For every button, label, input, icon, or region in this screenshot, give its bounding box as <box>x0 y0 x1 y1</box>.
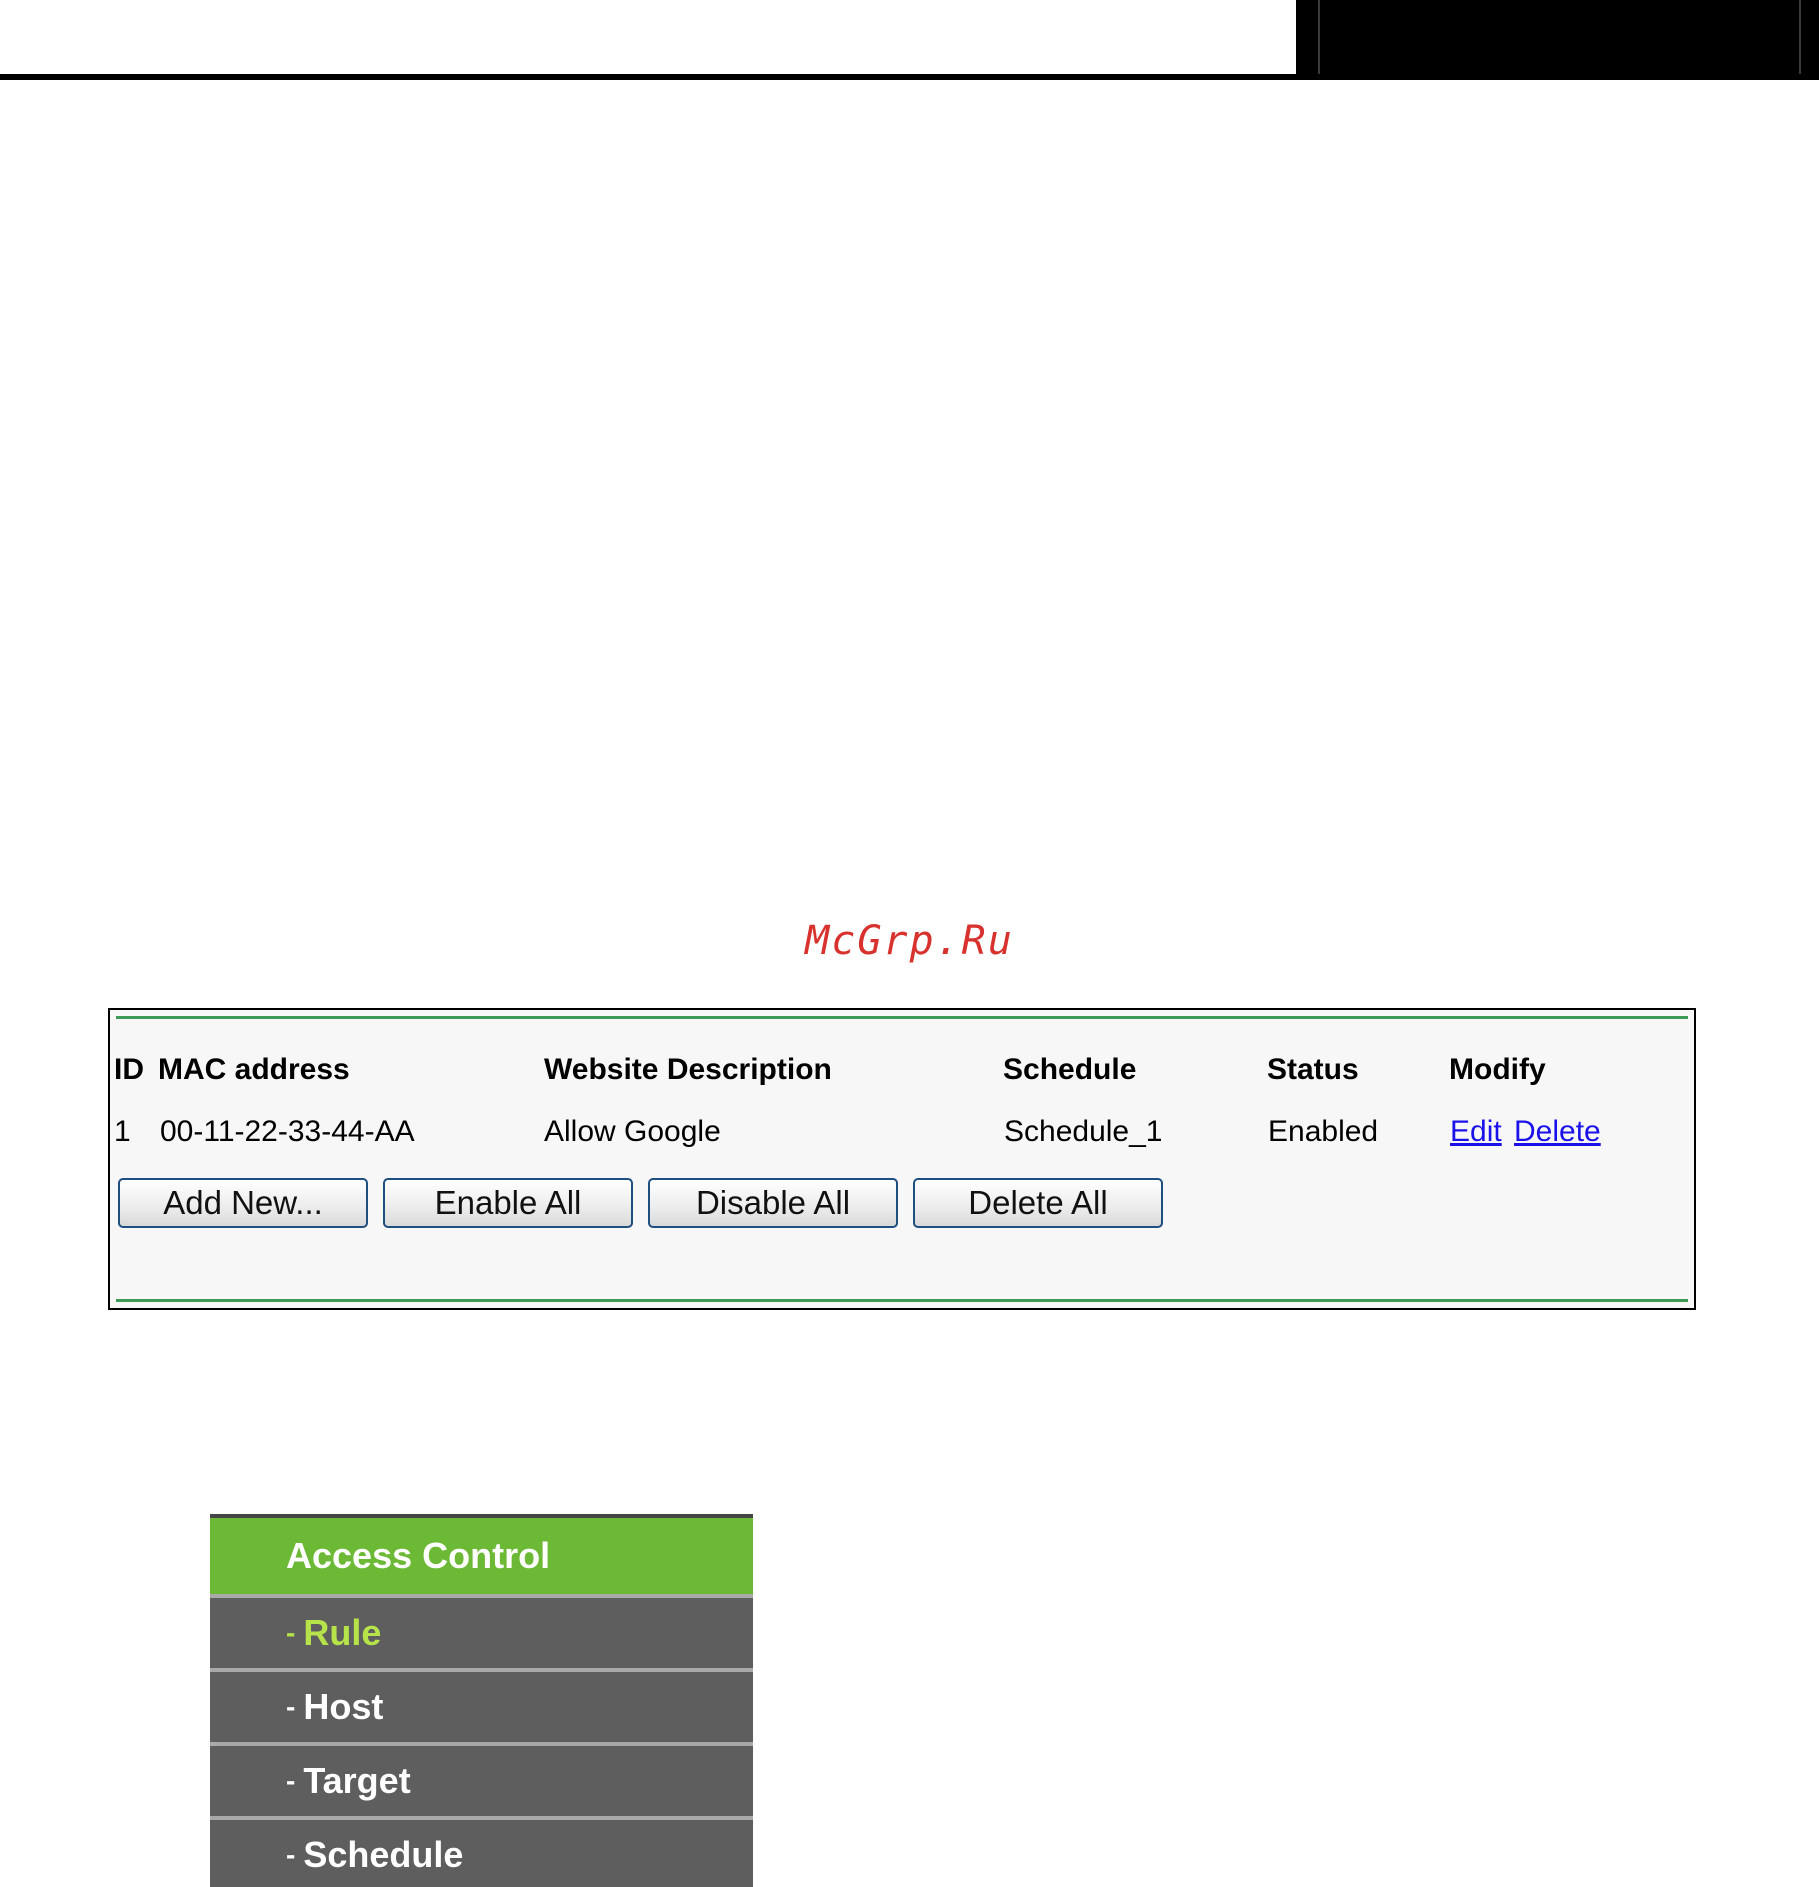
header-rule <box>0 74 1819 80</box>
delete-link[interactable]: Delete <box>1514 1114 1601 1150</box>
column-header-id: ID <box>114 1053 144 1086</box>
row-id: 1 <box>114 1115 131 1148</box>
menu-dash: - <box>286 1617 296 1648</box>
menu-item-target[interactable]: - Target <box>210 1746 753 1816</box>
menu-item-label: Target <box>303 1760 411 1801</box>
edit-link[interactable]: Edit <box>1450 1114 1502 1150</box>
column-header-schedule: Schedule <box>1003 1053 1137 1086</box>
menu-item-host[interactable]: - Host <box>210 1672 753 1742</box>
watermark: McGrp.Ru <box>805 918 1014 964</box>
row-mac: 00-11-22-33-44-AA <box>160 1115 415 1148</box>
column-header-status: Status <box>1267 1053 1359 1086</box>
enable-all-button[interactable]: Enable All <box>383 1178 633 1228</box>
menu-item-label: Schedule <box>303 1834 464 1875</box>
menu-item-label: Rule <box>303 1612 382 1653</box>
delete-all-button[interactable]: Delete All <box>913 1178 1163 1228</box>
panel-bottom-rule <box>116 1299 1688 1302</box>
menu-item-label: Host <box>303 1686 384 1727</box>
row-description: Allow Google <box>544 1115 721 1148</box>
header-black-block <box>1296 0 1819 80</box>
menu-header-access-control[interactable]: Access Control <box>210 1514 753 1594</box>
access-control-menu: Access Control - Rule - Host - Target - … <box>210 1514 753 1887</box>
column-header-mac: MAC address <box>158 1053 350 1086</box>
menu-dash: - <box>286 1839 296 1870</box>
disable-all-button[interactable]: Disable All <box>648 1178 898 1228</box>
column-header-description: Website Description <box>544 1053 832 1086</box>
row-status: Enabled <box>1268 1115 1379 1148</box>
panel-top-rule <box>116 1016 1688 1019</box>
add-new-button[interactable]: Add New... <box>118 1178 368 1228</box>
menu-dash: - <box>286 1691 296 1722</box>
menu-item-schedule[interactable]: - Schedule <box>210 1820 753 1887</box>
menu-dash: - <box>286 1765 296 1796</box>
rules-panel: ID MAC address Website Description Sched… <box>108 1008 1696 1310</box>
menu-header-label: Access Control <box>286 1535 551 1576</box>
menu-item-rule[interactable]: - Rule <box>210 1598 753 1668</box>
column-header-modify: Modify <box>1449 1053 1546 1086</box>
row-schedule: Schedule_1 <box>1004 1115 1163 1148</box>
